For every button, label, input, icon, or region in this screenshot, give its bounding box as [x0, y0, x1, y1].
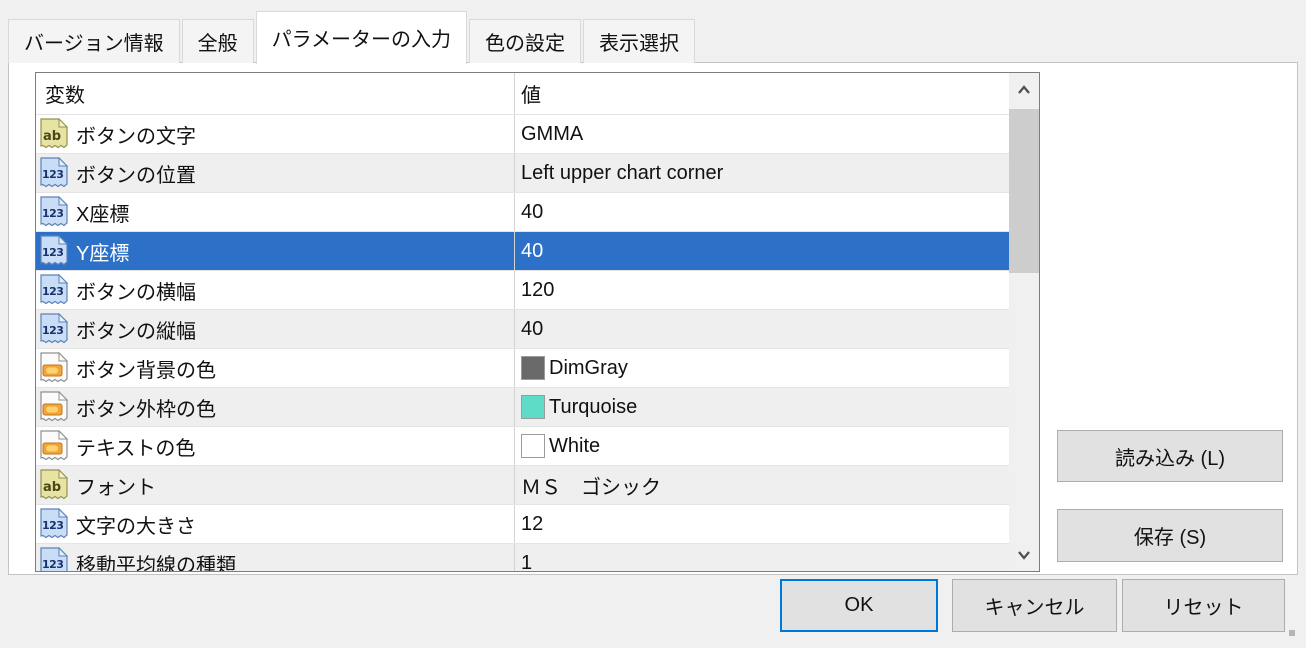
row-label: ボタンの位置: [76, 154, 515, 192]
color-param-icon: [39, 430, 69, 462]
row-value: DimGray: [549, 357, 628, 380]
color-param-icon: [39, 391, 69, 423]
scrollbar-thumb[interactable]: [1009, 109, 1039, 273]
svg-text:123: 123: [42, 519, 63, 532]
tab-general[interactable]: 全般: [182, 19, 254, 63]
chevron-up-icon: [1017, 85, 1031, 94]
row-value: 40: [521, 201, 543, 224]
svg-text:ab: ab: [43, 129, 61, 144]
row-value: Left upper chart corner: [521, 162, 723, 185]
row-label: 文字の大きさ: [76, 505, 515, 543]
table-row[interactable]: ab 123 ボタンの位置 Left upper chart corner: [36, 154, 1009, 193]
row-value: 40: [521, 240, 543, 263]
text-param-icon: ab: [39, 118, 69, 150]
tab-content-panel: 変数 値 ab 123 ボタンの文字: [8, 62, 1298, 575]
table-scrollbar[interactable]: [1009, 73, 1039, 571]
number-param-icon: 123: [39, 235, 69, 267]
column-header-variable: 変数: [36, 73, 515, 114]
table-row[interactable]: ab 123 ボタン背景の色 DimGray: [36, 349, 1009, 388]
column-header-value: 値: [515, 73, 1009, 114]
number-param-icon: 123: [39, 196, 69, 228]
table-row[interactable]: ab 123 Y座標 40: [36, 232, 1009, 271]
row-label: Y座標: [76, 232, 515, 270]
number-param-icon: 123: [39, 274, 69, 306]
tab-bar: バージョン情報 全般 パラメーターの入力 色の設定 表示選択: [8, 0, 697, 63]
table-row[interactable]: ab 123 X座標 40: [36, 193, 1009, 232]
row-value: Turquoise: [549, 396, 637, 419]
table-row[interactable]: ab 123 テキストの色 White: [36, 427, 1009, 466]
svg-text:123: 123: [42, 285, 63, 298]
reset-button[interactable]: リセット: [1122, 579, 1285, 632]
tab-display-selection[interactable]: 表示選択: [583, 19, 695, 63]
table-row[interactable]: ab 123 ボタンの文字 GMMA: [36, 115, 1009, 154]
row-value: 12: [521, 513, 543, 536]
tab-color-settings[interactable]: 色の設定: [469, 19, 581, 63]
svg-text:123: 123: [42, 246, 63, 259]
table-header: 変数 値: [36, 73, 1009, 115]
chevron-down-icon: [1017, 551, 1031, 560]
resize-grip[interactable]: [1289, 630, 1295, 636]
svg-text:123: 123: [42, 168, 63, 181]
row-label: フォント: [76, 466, 515, 504]
row-value: 1: [521, 552, 532, 572]
number-param-icon: 123: [39, 547, 69, 571]
row-value: ＭＳ ゴシック: [521, 471, 661, 500]
row-label: ボタンの縦幅: [76, 310, 515, 348]
row-value: 40: [521, 318, 543, 341]
number-param-icon: 123: [39, 157, 69, 189]
table-row[interactable]: ab 123 移動平均線の種類 1: [36, 544, 1009, 571]
parameters-table: 変数 値 ab 123 ボタンの文字: [35, 72, 1040, 572]
row-label: X座標: [76, 193, 515, 231]
row-label: 移動平均線の種類: [76, 544, 515, 571]
table-row[interactable]: ab 123 ボタンの縦幅 40: [36, 310, 1009, 349]
svg-text:ab: ab: [43, 480, 61, 495]
indicator-properties-dialog: バージョン情報 全般 パラメーターの入力 色の設定 表示選択 変数 値 ab 1…: [0, 0, 1306, 648]
cancel-button[interactable]: キャンセル: [952, 579, 1117, 632]
table-row[interactable]: ab 123 フォント ＭＳ ゴシック: [36, 466, 1009, 505]
table-row[interactable]: ab 123 文字の大きさ 12: [36, 505, 1009, 544]
load-button[interactable]: 読み込み (L): [1057, 430, 1283, 482]
row-value: White: [549, 435, 600, 458]
save-button[interactable]: 保存 (S): [1057, 509, 1283, 562]
row-label: ボタンの横幅: [76, 271, 515, 309]
row-label: ボタンの文字: [76, 115, 515, 153]
row-label: テキストの色: [76, 427, 515, 465]
text-param-icon: ab: [39, 469, 69, 501]
color-swatch: [521, 356, 545, 380]
table-body: ab 123 ボタンの文字 GMMA ab: [36, 115, 1009, 571]
scrollbar-up-button[interactable]: [1009, 73, 1039, 105]
number-param-icon: 123: [39, 508, 69, 540]
tab-version-info[interactable]: バージョン情報: [8, 19, 180, 63]
row-label: ボタン外枠の色: [76, 388, 515, 426]
scrollbar-down-button[interactable]: [1009, 539, 1039, 571]
svg-text:123: 123: [42, 324, 63, 337]
color-param-icon: [39, 352, 69, 384]
color-swatch: [521, 395, 545, 419]
number-param-icon: 123: [39, 313, 69, 345]
table-row[interactable]: ab 123 ボタンの横幅 120: [36, 271, 1009, 310]
svg-text:123: 123: [42, 207, 63, 220]
ok-button[interactable]: OK: [780, 579, 938, 632]
color-swatch: [521, 434, 545, 458]
row-value: GMMA: [521, 123, 583, 146]
svg-text:123: 123: [42, 558, 63, 571]
row-value: 120: [521, 279, 554, 302]
row-label: ボタン背景の色: [76, 349, 515, 387]
tab-parameter-input[interactable]: パラメーターの入力: [256, 11, 467, 64]
table-row[interactable]: ab 123 ボタン外枠の色 Turquoise: [36, 388, 1009, 427]
